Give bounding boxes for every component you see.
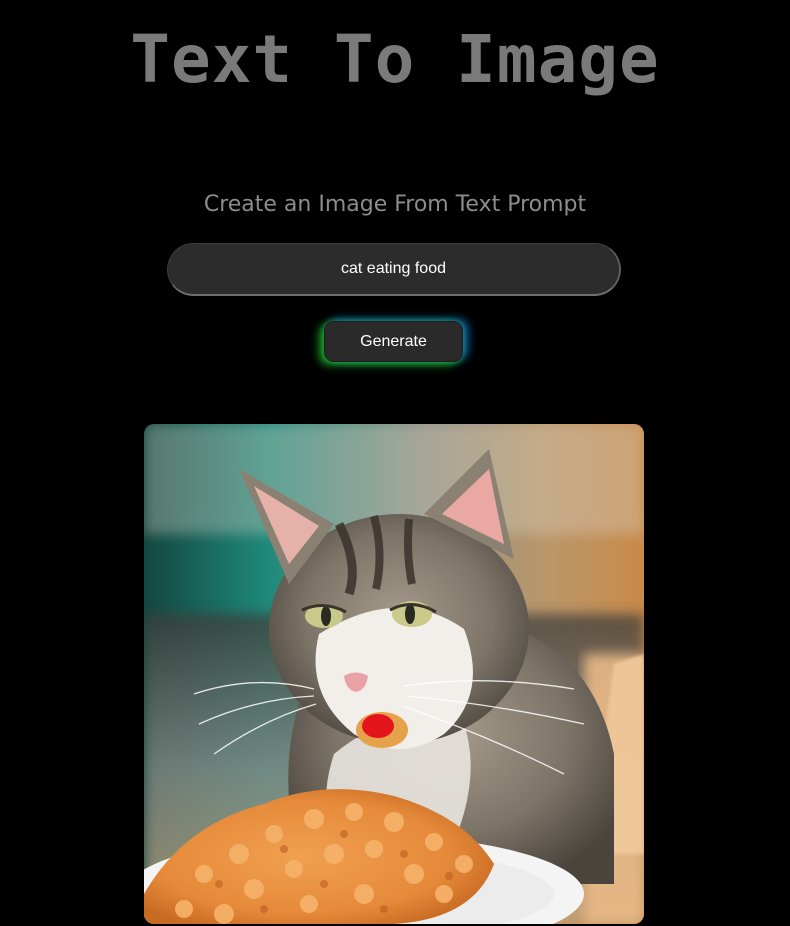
- app-page: Text To Image Create an Image From Text …: [0, 0, 790, 926]
- prompt-heading: Create an Image From Text Prompt: [203, 192, 587, 217]
- generated-image: [144, 424, 644, 924]
- prompt-input[interactable]: [167, 243, 621, 296]
- page-title: Text To Image: [130, 21, 660, 98]
- generate-button[interactable]: Generate: [324, 321, 463, 362]
